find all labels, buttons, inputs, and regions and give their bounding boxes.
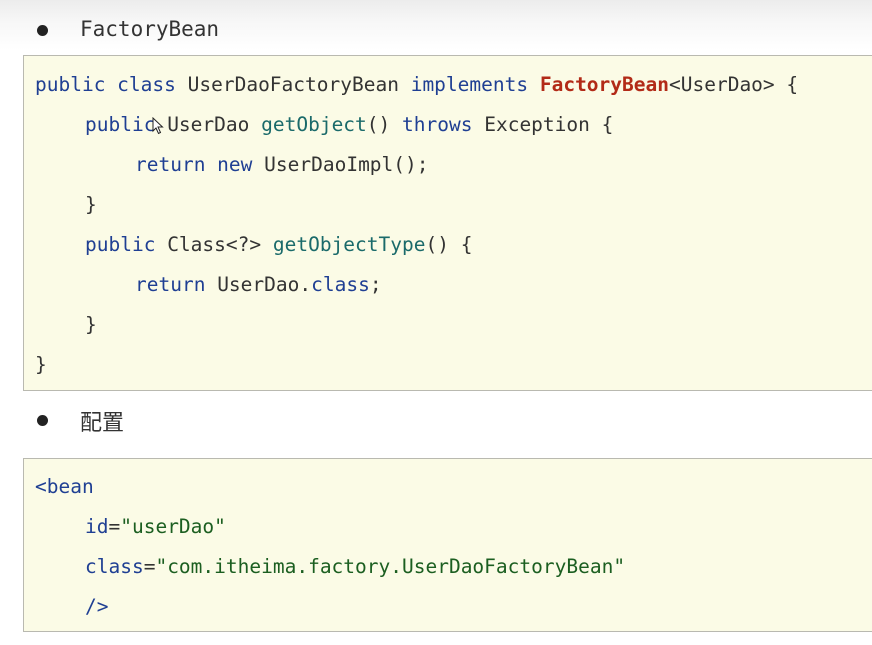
bullet-heading: FactoryBean — [80, 17, 220, 41]
code-line: <bean — [35, 475, 94, 498]
bullet-heading: 配置 — [80, 411, 125, 436]
document-page: FactoryBean public class UserDaoFactoryB… — [0, 0, 872, 645]
code-line: public Class<?> getObjectType() { — [85, 233, 473, 256]
code-line: class="com.itheima.factory.UserDaoFactor… — [85, 555, 626, 578]
code-line: /> — [85, 595, 109, 618]
code-line: return UserDao.class; — [135, 273, 382, 296]
code-line: id="userDao" — [85, 515, 226, 538]
code-line: public class UserDaoFactoryBean implemen… — [35, 73, 799, 96]
bullet-dot — [37, 415, 48, 426]
bullet-dot — [37, 25, 48, 36]
xml-code-block: <bean id="userDao" class="com.itheima.fa… — [23, 458, 872, 632]
code-line: public UserDao getObject() throws Except… — [85, 113, 614, 136]
java-code-block: public class UserDaoFactoryBean implemen… — [23, 55, 872, 391]
code-line: } — [85, 313, 97, 336]
code-line: return new UserDaoImpl(); — [135, 153, 429, 176]
code-line: } — [35, 353, 47, 376]
code-line: } — [85, 193, 97, 216]
mouse-pointer-icon — [152, 117, 164, 135]
